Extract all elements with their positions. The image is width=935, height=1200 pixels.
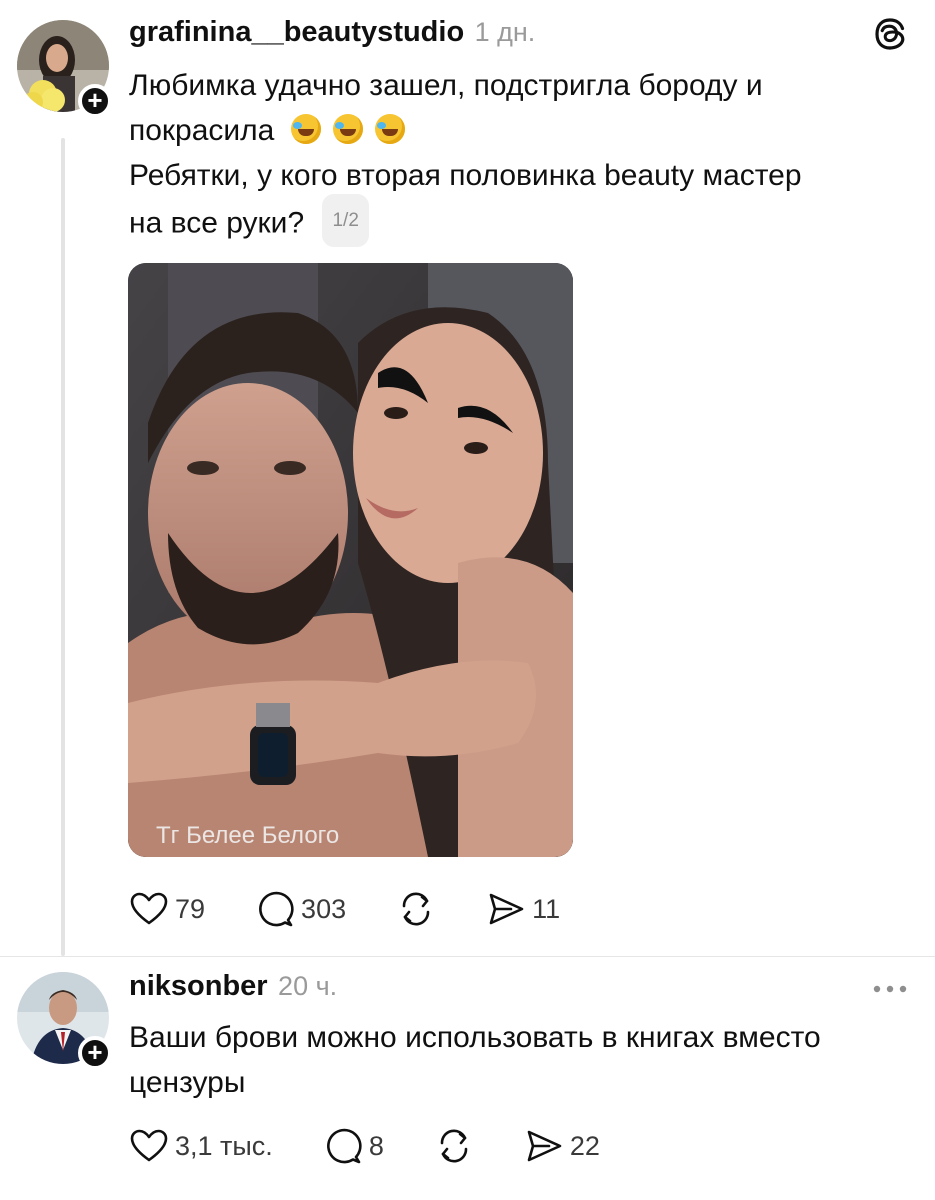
post-divider: [0, 956, 935, 957]
follow-plus-icon[interactable]: +: [78, 84, 112, 118]
comment-count: 8: [368, 1130, 384, 1161]
reply-text-line: Ваши брови можно использовать в книгах в…: [129, 1021, 821, 1054]
repost-icon: [396, 889, 436, 929]
post-header: grafinina__beautystudio 1 дн.: [129, 16, 535, 49]
share-button[interactable]: 11: [486, 889, 560, 929]
more-options-button[interactable]: [872, 982, 908, 1000]
more-icon: [872, 982, 908, 999]
reply-text-line: цензуры: [129, 1066, 246, 1099]
share-button[interactable]: 22: [524, 1126, 600, 1166]
comment-count: 303: [301, 893, 347, 924]
post-text-line: покрасила: [129, 114, 275, 147]
follow-plus-icon[interactable]: +: [78, 1036, 112, 1070]
post-text-line-with-emojis: покрасила: [129, 108, 909, 153]
post-text-line: на все руки?: [129, 206, 305, 240]
like-count: 79: [175, 893, 206, 924]
post-text-line: Любимка удачно зашел, подстригла бороду …: [129, 69, 763, 102]
like-button[interactable]: 3,1 тыс.: [129, 1126, 273, 1166]
heart-icon: [129, 1126, 169, 1166]
post-text-line: Ребятки, у кого вторая половинка beauty …: [129, 159, 802, 192]
rolling-on-floor-laughing-emoji: [290, 114, 321, 145]
image-counter-badge: 1/2: [322, 194, 369, 247]
like-count: 3,1 тыс.: [175, 1130, 273, 1161]
post-timestamp: 1 дн.: [474, 17, 536, 47]
heart-icon: [129, 889, 169, 929]
comment-button[interactable]: 8: [323, 1126, 384, 1166]
threads-logo-icon[interactable]: [872, 16, 908, 57]
repost-button[interactable]: [434, 1126, 474, 1166]
thread-connector-line: [61, 138, 65, 956]
reply-actions: 3,1 тыс. 8 22: [129, 1126, 600, 1166]
post-photo[interactable]: Тг Белее Белого: [128, 263, 573, 857]
share-icon: [524, 1126, 564, 1166]
post-username[interactable]: grafinina__beautystudio: [129, 16, 464, 48]
repost-icon: [434, 1126, 474, 1166]
comment-icon: [255, 889, 295, 929]
post-text-line-with-counter: на все руки? 1/2: [129, 194, 909, 251]
reply-username[interactable]: niksonber: [129, 970, 268, 1002]
photo-watermark: Тг Белее Белого: [156, 822, 339, 849]
post-actions: 79 303 11: [129, 889, 560, 929]
share-icon: [486, 889, 526, 929]
rolling-on-floor-laughing-emoji: [333, 114, 364, 145]
share-count: 22: [569, 1130, 600, 1161]
comment-icon: [323, 1126, 363, 1166]
reply-timestamp: 20 ч.: [278, 971, 338, 1001]
reply-header: niksonber 20 ч.: [129, 970, 337, 1003]
like-button[interactable]: 79: [129, 889, 205, 929]
rolling-on-floor-laughing-emoji: [375, 114, 406, 145]
reply-text: Ваши брови можно использовать в книгах в…: [129, 1015, 909, 1105]
post-text: Любимка удачно зашел, подстригла бороду …: [129, 63, 909, 251]
share-count: 11: [532, 893, 561, 924]
comment-button[interactable]: 303: [255, 889, 346, 929]
repost-button[interactable]: [396, 889, 436, 929]
